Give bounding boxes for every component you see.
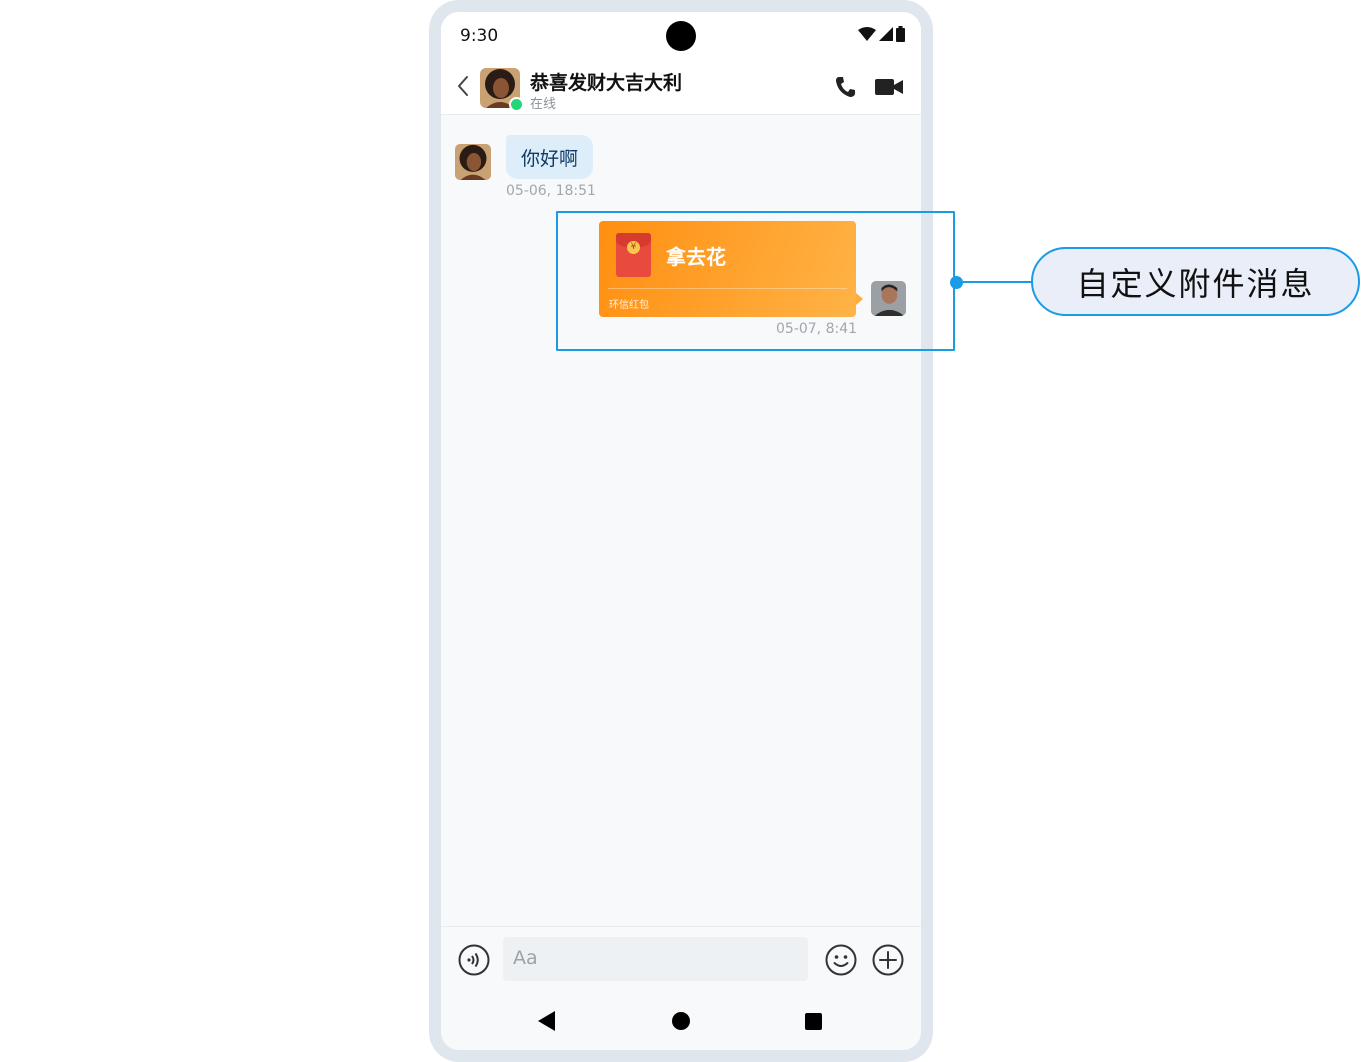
chat-screen: 9:30 恭喜发财大吉大利 在线 你好啊 05-06, 18:51 ¥ 拿去花 …	[441, 12, 921, 1050]
add-attachment-icon[interactable]	[872, 944, 904, 976]
camera-cutout	[666, 21, 696, 51]
composer-bar: Aa	[441, 926, 921, 1050]
chat-header: 恭喜发财大吉大利 在线	[441, 60, 921, 115]
incoming-message-bubble[interactable]: 你好啊	[506, 135, 594, 179]
voice-input-icon[interactable]	[458, 944, 490, 976]
nav-back-icon[interactable]	[538, 1011, 556, 1031]
annotation-callout: 自定义附件消息	[1031, 247, 1360, 316]
video-call-icon[interactable]	[875, 77, 903, 97]
sender-avatar[interactable]	[455, 144, 491, 180]
custom-message-highlight	[556, 211, 955, 351]
phone-call-icon[interactable]	[834, 75, 856, 99]
chat-title: 恭喜发财大吉大利	[530, 72, 683, 94]
nav-recent-apps-icon[interactable]	[805, 1013, 822, 1030]
signal-icon	[879, 27, 893, 41]
message-input[interactable]: Aa	[503, 937, 808, 981]
emoji-icon[interactable]	[825, 944, 857, 976]
nav-home-icon[interactable]	[672, 1012, 690, 1030]
status-icons	[858, 26, 905, 42]
wifi-icon	[858, 27, 876, 41]
message-timestamp: 05-06, 18:51	[506, 183, 596, 199]
callout-connector	[962, 281, 1032, 283]
back-arrow-icon[interactable]	[453, 74, 473, 98]
battery-icon	[896, 26, 905, 42]
chat-online-status: 在线	[530, 97, 557, 112]
status-time: 9:30	[460, 26, 499, 46]
woman-portrait-icon	[455, 144, 491, 180]
status-bar: 9:30	[441, 12, 921, 60]
message-text: 你好啊	[521, 147, 579, 170]
online-status-dot	[509, 97, 524, 112]
callout-anchor-dot	[950, 276, 963, 289]
